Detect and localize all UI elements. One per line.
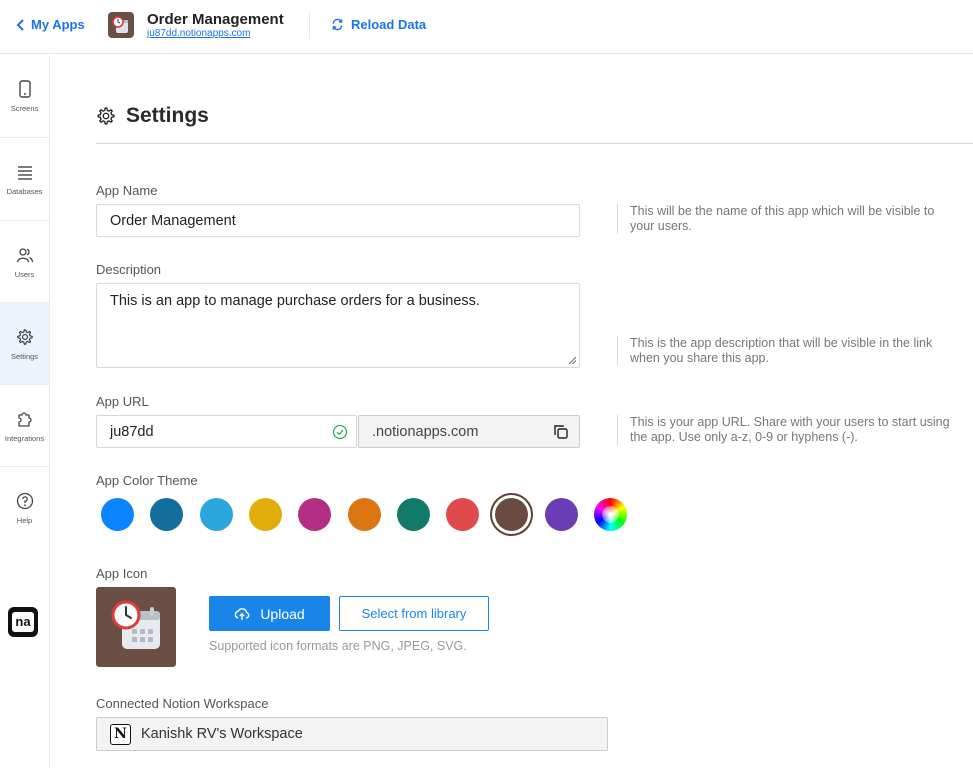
color-swatch[interactable] bbox=[199, 498, 233, 531]
title-divider bbox=[96, 143, 973, 144]
back-to-my-apps-link[interactable]: My Apps bbox=[16, 17, 85, 32]
sidebar: Screens Databases Users Settings Integra… bbox=[0, 55, 50, 768]
notionapps-logo: na bbox=[8, 607, 38, 637]
back-label: My Apps bbox=[31, 17, 85, 32]
chevron-left-icon bbox=[16, 18, 24, 31]
gear-icon bbox=[97, 107, 115, 125]
library-label: Select from library bbox=[361, 606, 467, 621]
app-icon-preview bbox=[96, 587, 176, 667]
app-thumbnail-icon bbox=[108, 12, 134, 38]
top-bar: My Apps Order Management ju87dd.notionap… bbox=[0, 0, 973, 54]
sidebar-item-users[interactable]: Users bbox=[0, 221, 49, 303]
description-label: Description bbox=[96, 262, 162, 277]
color-swatch[interactable] bbox=[298, 498, 332, 531]
sidebar-item-screens[interactable]: Screens bbox=[0, 55, 49, 137]
header-divider bbox=[309, 12, 310, 39]
app-icon-label: App Icon bbox=[96, 566, 148, 581]
app-title: Order Management bbox=[147, 11, 284, 28]
app-name-input[interactable]: Order Management bbox=[96, 204, 580, 237]
sidebar-item-label: Settings bbox=[10, 351, 39, 361]
color-swatch[interactable] bbox=[544, 498, 578, 531]
check-circle-icon bbox=[332, 424, 348, 440]
copy-icon[interactable] bbox=[553, 424, 569, 440]
reload-label: Reload Data bbox=[351, 17, 427, 32]
description-textarea[interactable]: This is an app to manage purchase orders… bbox=[96, 283, 580, 368]
notion-icon-letter: N bbox=[114, 726, 127, 742]
sidebar-item-label: Screens bbox=[10, 103, 39, 113]
color-swatch[interactable] bbox=[101, 498, 134, 531]
app-name-help: This will be the name of this app which … bbox=[617, 204, 962, 234]
sidebar-item-databases[interactable]: Databases bbox=[0, 138, 49, 220]
reload-data-button[interactable]: Reload Data bbox=[331, 17, 426, 32]
app-url-suffix: .notionapps.com bbox=[358, 415, 580, 448]
app-url-value: ju87dd bbox=[110, 423, 154, 440]
color-swatch[interactable] bbox=[248, 498, 282, 531]
color-wheel-center bbox=[602, 506, 619, 523]
workspace-label: Connected Notion Workspace bbox=[96, 696, 269, 711]
color-swatch[interactable] bbox=[446, 498, 480, 531]
sidebar-item-integrations[interactable]: Integrations bbox=[0, 385, 49, 467]
color-swatch[interactable] bbox=[396, 498, 430, 531]
color-swatch[interactable] bbox=[150, 498, 184, 531]
puzzle-icon bbox=[17, 411, 32, 427]
description-help: This is the app description that will be… bbox=[617, 336, 962, 366]
refresh-icon bbox=[332, 18, 343, 31]
sidebar-item-settings[interactable]: Settings bbox=[0, 303, 49, 385]
help-icon bbox=[16, 492, 33, 509]
app-domain-link[interactable]: ju87dd.notionapps.com bbox=[147, 28, 250, 39]
description-value: This is an app to manage purchase orders… bbox=[110, 293, 480, 309]
calendar-clock-icon bbox=[111, 600, 160, 649]
workspace-field: N Kanishk RV's Workspace bbox=[96, 717, 608, 751]
phone-icon bbox=[18, 79, 31, 98]
sidebar-item-help[interactable]: Help bbox=[0, 467, 49, 549]
page-title: Settings bbox=[126, 104, 209, 127]
notion-icon: N bbox=[110, 723, 131, 745]
app-url-suffix-value: .notionapps.com bbox=[372, 423, 479, 440]
sidebar-item-label: Databases bbox=[6, 186, 43, 196]
page-header: Settings bbox=[96, 104, 209, 128]
app-url-label: App URL bbox=[96, 394, 149, 409]
app-url-help: This is your app URL. Share with your us… bbox=[617, 415, 962, 445]
color-swatch-selected[interactable] bbox=[495, 498, 529, 531]
users-icon bbox=[16, 247, 33, 262]
workspace-value: Kanishk RV's Workspace bbox=[141, 726, 303, 742]
sidebar-item-label: Users bbox=[14, 269, 35, 279]
color-theme-label: App Color Theme bbox=[96, 473, 198, 488]
app-name-label: App Name bbox=[96, 183, 158, 198]
gear-icon bbox=[16, 328, 33, 345]
app-name-value: Order Management bbox=[110, 212, 236, 229]
list-icon bbox=[17, 165, 32, 180]
resize-handle-icon[interactable] bbox=[569, 357, 576, 364]
app-url-input[interactable]: ju87dd bbox=[96, 415, 357, 448]
color-wheel-icon[interactable] bbox=[594, 498, 627, 531]
logo-text: na bbox=[12, 612, 34, 632]
upload-button[interactable]: Upload bbox=[209, 596, 330, 631]
upload-cloud-icon bbox=[235, 607, 250, 620]
icon-formats-note: Supported icon formats are PNG, JPEG, SV… bbox=[209, 639, 467, 653]
upload-label: Upload bbox=[260, 605, 305, 622]
select-from-library-button[interactable]: Select from library bbox=[339, 596, 489, 631]
color-swatch[interactable] bbox=[347, 498, 381, 531]
sidebar-item-label: Help bbox=[16, 515, 33, 525]
sidebar-item-label: Integrations bbox=[4, 433, 45, 443]
